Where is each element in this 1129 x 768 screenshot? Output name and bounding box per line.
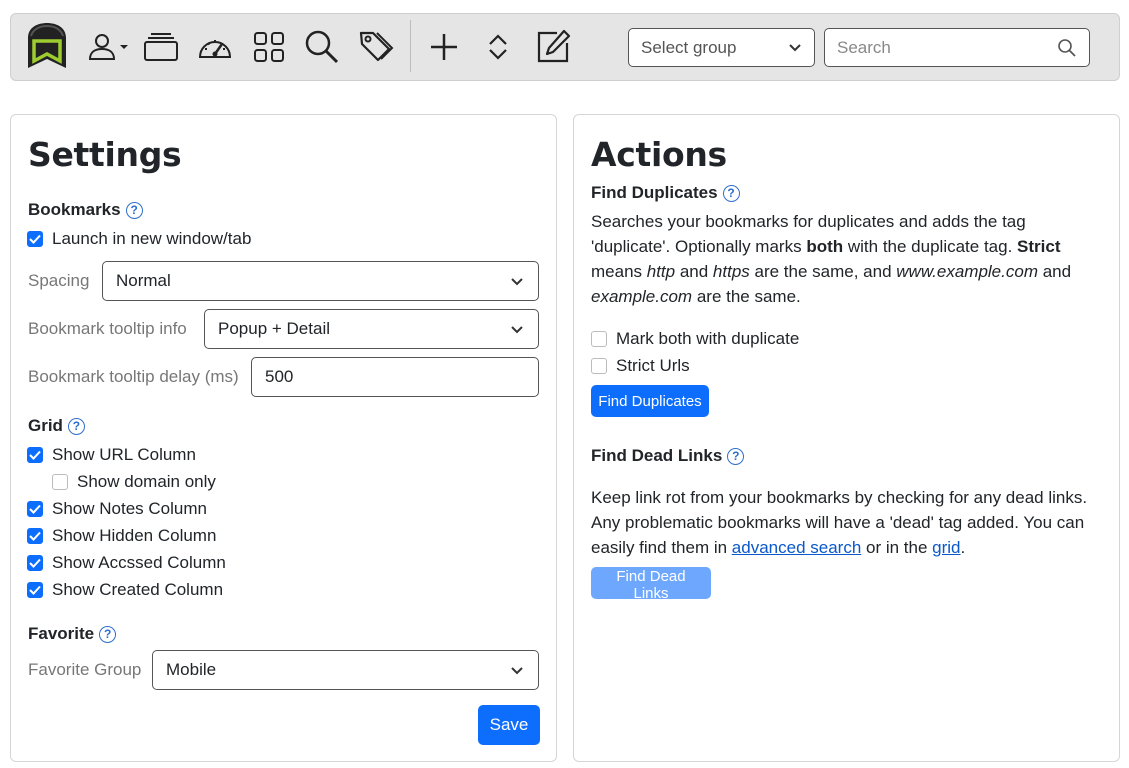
- url-column-label: Show URL Column: [52, 445, 196, 464]
- grid-section-heading: Grid ?: [28, 416, 85, 436]
- url-column-checkbox[interactable]: [27, 447, 43, 463]
- dashboard-icon[interactable]: [195, 14, 235, 80]
- favorite-help-icon[interactable]: ?: [99, 625, 117, 643]
- tooltip-delay-label: Bookmark tooltip delay (ms): [28, 367, 239, 386]
- spacing-label: Spacing: [28, 271, 90, 290]
- find-dead-links-description: Keep link rot from your bookmarks by che…: [591, 488, 1088, 557]
- actions-card: Actions Find Duplicates ? Searches your …: [573, 114, 1120, 762]
- add-icon[interactable]: [424, 14, 464, 80]
- chevron-down-icon: [511, 278, 523, 286]
- notes-column-checkbox[interactable]: [27, 501, 43, 517]
- spacing-value: Normal: [116, 271, 171, 290]
- find-duplicates-help-icon[interactable]: ?: [722, 184, 740, 202]
- hidden-column-label: Show Hidden Column: [52, 526, 217, 545]
- tags-icon[interactable]: [356, 14, 396, 80]
- hidden-column-checkbox[interactable]: [27, 528, 43, 544]
- grid-option-accessed-column[interactable]: Show Accssed Column: [27, 553, 226, 573]
- created-column-checkbox[interactable]: [27, 582, 43, 598]
- grid-help-icon[interactable]: ?: [67, 417, 85, 435]
- accessed-column-checkbox[interactable]: [27, 555, 43, 571]
- search-field: [824, 28, 1090, 67]
- favorite-group-select[interactable]: Mobile: [152, 650, 539, 690]
- accessed-column-label: Show Accssed Column: [52, 553, 226, 572]
- grid-option-domain-only[interactable]: Show domain only: [52, 472, 216, 492]
- notes-column-label: Show Notes Column: [52, 499, 207, 518]
- grid-icon[interactable]: [249, 14, 289, 80]
- find-dead-links-help-icon[interactable]: ?: [727, 447, 745, 465]
- actions-title: Actions: [591, 135, 727, 174]
- domain-only-checkbox[interactable]: [52, 474, 68, 490]
- favorite-group-value: Mobile: [166, 660, 217, 679]
- domain-only-label: Show domain only: [77, 472, 216, 491]
- find-dead-links-heading: Find Dead Links: [591, 446, 723, 465]
- find-dead-links-section-heading: Find Dead Links ?: [591, 446, 745, 466]
- tooltip-info-value: Popup + Detail: [218, 319, 330, 338]
- grid-option-created-column[interactable]: Show Created Column: [27, 580, 223, 600]
- launch-new-window-label: Launch in new window/tab: [52, 229, 252, 248]
- strict-urls-option[interactable]: Strict Urls: [591, 356, 690, 376]
- advanced-search-link[interactable]: advanced search: [732, 538, 861, 557]
- find-duplicates-button[interactable]: Find Duplicates: [591, 385, 709, 417]
- bookmarks-section-heading: Bookmarks ?: [28, 200, 143, 220]
- grid-link[interactable]: grid: [932, 538, 960, 557]
- favorite-heading: Favorite: [28, 624, 95, 643]
- strict-urls-label: Strict Urls: [616, 356, 690, 375]
- grid-option-notes-column[interactable]: Show Notes Column: [27, 499, 207, 519]
- find-duplicates-section-heading: Find Duplicates ?: [591, 183, 740, 203]
- bookmarks-help-icon[interactable]: ?: [125, 201, 143, 219]
- tooltip-info-select[interactable]: Popup + Detail: [204, 309, 539, 349]
- select-group-dropdown[interactable]: Select group: [628, 28, 815, 67]
- toolbar: Select group: [10, 13, 1120, 81]
- app-logo-icon[interactable]: [21, 14, 73, 80]
- find-dead-links-button[interactable]: Find Dead Links: [591, 567, 711, 602]
- launch-new-window-option[interactable]: Launch in new window/tab: [27, 229, 251, 249]
- grid-heading: Grid: [28, 416, 63, 435]
- mark-both-checkbox[interactable]: [591, 331, 607, 347]
- grid-option-hidden-column[interactable]: Show Hidden Column: [27, 526, 216, 546]
- collections-icon[interactable]: [141, 14, 181, 80]
- toolbar-divider: [410, 20, 411, 72]
- created-column-label: Show Created Column: [52, 580, 224, 599]
- chevron-down-icon: [789, 44, 801, 52]
- settings-card: Settings Bookmarks ? Launch in new windo…: [10, 114, 557, 762]
- search-icon[interactable]: [1057, 38, 1077, 58]
- launch-new-window-checkbox[interactable]: [27, 231, 43, 247]
- strict-urls-checkbox[interactable]: [591, 358, 607, 374]
- search-input[interactable]: [825, 29, 1045, 66]
- select-group-placeholder: Select group: [641, 37, 737, 57]
- favorite-group-label: Favorite Group: [28, 660, 142, 679]
- mark-both-option[interactable]: Mark both with duplicate: [591, 329, 799, 349]
- favorite-section-heading: Favorite ?: [28, 624, 117, 644]
- search-icon[interactable]: [302, 14, 342, 80]
- settings-title: Settings: [28, 135, 182, 174]
- sort-icon[interactable]: [478, 14, 518, 80]
- spacing-select[interactable]: Normal: [102, 261, 539, 301]
- find-duplicates-heading: Find Duplicates: [591, 183, 718, 202]
- chevron-down-icon: [511, 667, 523, 675]
- user-icon[interactable]: [85, 14, 133, 80]
- bookmarks-heading: Bookmarks: [28, 200, 121, 219]
- grid-option-url-column[interactable]: Show URL Column: [27, 445, 196, 465]
- find-duplicates-description: Searches your bookmarks for duplicates a…: [591, 212, 1072, 306]
- edit-icon[interactable]: [532, 14, 574, 80]
- chevron-down-icon: [511, 326, 523, 334]
- tooltip-info-label: Bookmark tooltip info: [28, 319, 187, 338]
- mark-both-label: Mark both with duplicate: [616, 329, 800, 348]
- tooltip-delay-input[interactable]: [251, 357, 539, 397]
- save-button[interactable]: Save: [478, 705, 540, 745]
